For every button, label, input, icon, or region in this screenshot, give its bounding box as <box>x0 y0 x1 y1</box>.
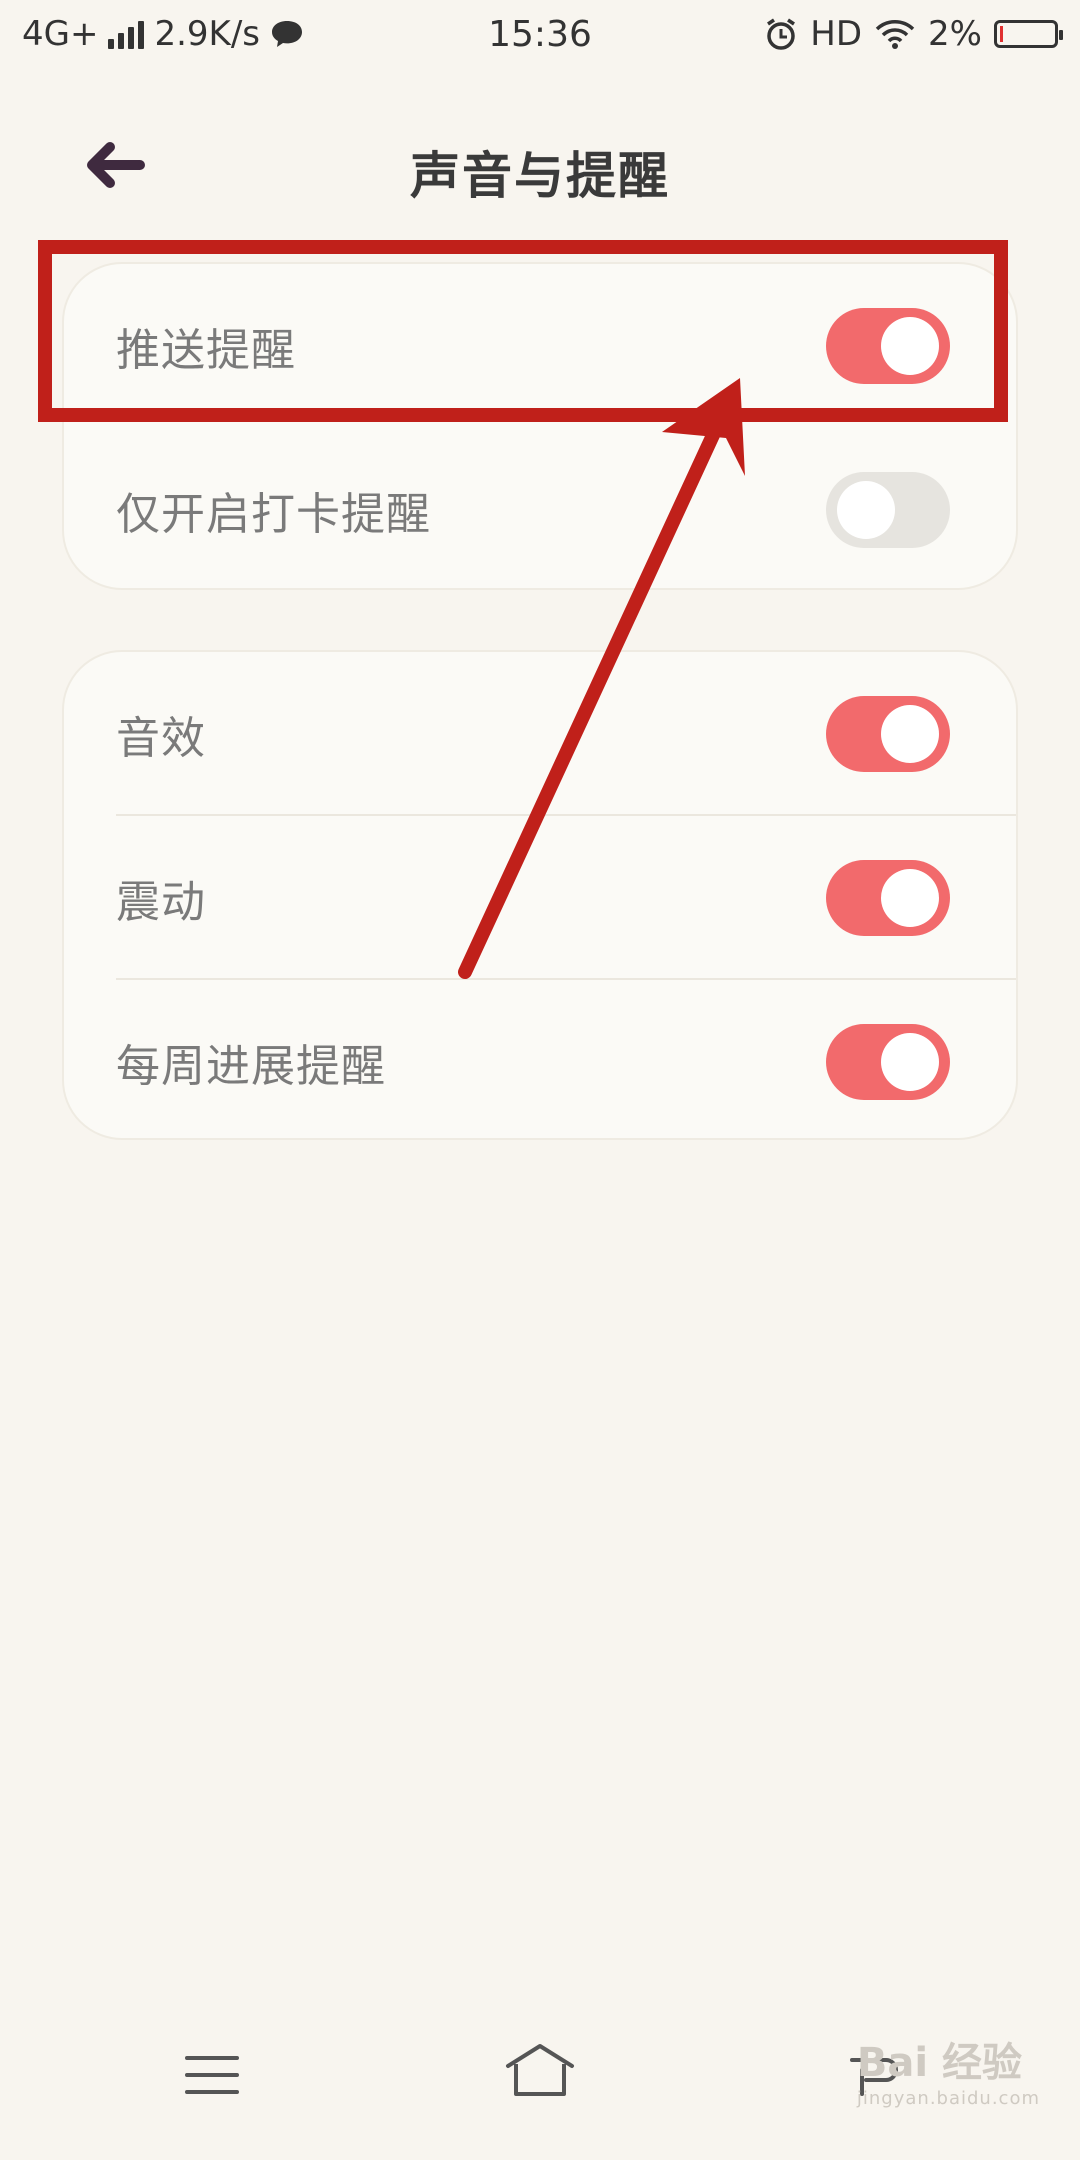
home-icon <box>506 2044 574 2096</box>
setting-row-checkin-only: 仅开启打卡提醒 <box>64 428 1016 592</box>
status-right: HD 2% <box>764 14 1063 54</box>
home-button[interactable] <box>500 2040 580 2100</box>
vibration-toggle[interactable] <box>826 860 950 936</box>
setting-row-sound-effects: 音效 <box>64 652 1016 816</box>
setting-row-weekly-progress: 每周进展提醒 <box>64 980 1016 1144</box>
menu-icon <box>185 2056 239 2094</box>
watermark-text: Bai 经验 <box>856 2040 1023 2086</box>
setting-label: 推送提醒 <box>116 325 296 376</box>
watermark-sub: jingyan.baidu.com <box>856 2088 1040 2109</box>
checkin-only-toggle[interactable] <box>826 472 950 548</box>
setting-label: 音效 <box>116 713 206 764</box>
hd-indicator: HD <box>810 14 863 54</box>
settings-group-sound: 音效 震动 每周进展提醒 <box>62 650 1018 1140</box>
sound-effects-toggle[interactable] <box>826 696 950 772</box>
push-reminder-toggle[interactable] <box>826 308 950 384</box>
setting-row-vibration: 震动 <box>64 816 1016 980</box>
menu-button[interactable] <box>182 2050 242 2100</box>
setting-row-push-reminder: 推送提醒 <box>64 264 1016 428</box>
bottom-navigation: Bai 经验 jingyan.baidu.com <box>0 2000 1080 2160</box>
battery-percent: 2% <box>928 14 982 54</box>
setting-label: 仅开启打卡提醒 <box>116 489 431 540</box>
wifi-icon <box>875 20 915 49</box>
battery-icon <box>994 20 1063 48</box>
setting-label: 震动 <box>116 877 206 928</box>
settings-group-notifications: 推送提醒 仅开启打卡提醒 <box>62 262 1018 590</box>
header: 声音与提醒 <box>0 110 1080 230</box>
weekly-progress-toggle[interactable] <box>826 1024 950 1100</box>
status-bar: 4G+ 2.9K/s 15:36 HD 2% <box>0 0 1080 76</box>
watermark: Bai 经验 jingyan.baidu.com <box>857 2030 1040 2109</box>
setting-label: 每周进展提醒 <box>116 1041 386 1092</box>
alarm-icon <box>767 18 796 50</box>
page-title: 声音与提醒 <box>410 147 670 205</box>
